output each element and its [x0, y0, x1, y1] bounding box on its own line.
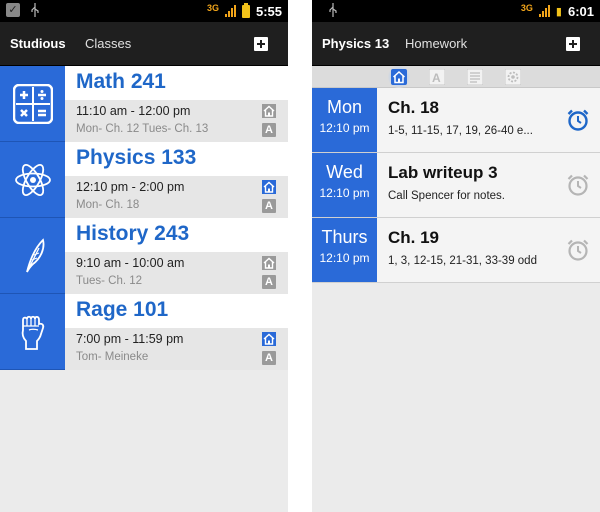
class-name: Physics 133	[76, 146, 197, 170]
battery-charging-icon: ▮	[555, 4, 562, 18]
network-type: 3G	[206, 2, 219, 13]
home-icon[interactable]	[262, 256, 276, 270]
notes-icon[interactable]	[467, 69, 483, 85]
home-icon[interactable]	[391, 69, 407, 85]
signal-icon	[538, 5, 550, 17]
class-time: 7:00 pm - 11:59 pm	[76, 332, 184, 346]
icon-tab-bar: A	[312, 66, 600, 88]
alarm-clock-icon[interactable]	[566, 173, 590, 197]
class-time: 9:10 am - 10:00 am	[76, 256, 185, 270]
status-bar: 3G ▮ 6:01	[312, 0, 600, 22]
alarm-clock-icon[interactable]	[566, 238, 590, 262]
due-day: Thurs	[321, 227, 368, 247]
svg-text:A: A	[432, 71, 441, 85]
usb-icon	[31, 3, 39, 17]
action-bar: Studious Classes	[0, 22, 288, 66]
homework-screen: 3G ▮ 6:01 Physics 13 Homework A Mon 12:1…	[312, 0, 600, 512]
home-icon[interactable]	[262, 332, 276, 346]
text-icon[interactable]: A	[262, 123, 276, 137]
homework-row[interactable]: Wed 12:10 pm Lab writeup 3 Call Spencer …	[312, 153, 600, 218]
homework-title: Ch. 19	[388, 228, 440, 247]
network-type: 3G	[520, 2, 533, 13]
class-name: History 243	[76, 222, 190, 246]
text-icon[interactable]: A	[429, 69, 445, 85]
text-icon[interactable]: A	[262, 199, 276, 213]
homework-description: 1-5, 11-15, 17, 19, 26-40 e...	[388, 125, 533, 137]
class-time: 12:10 pm - 2:00 pm	[76, 180, 185, 194]
class-note: Mon- Ch. 18	[76, 199, 140, 211]
homework-list: Mon 12:10 pm Ch. 18 1-5, 11-15, 17, 19, …	[312, 88, 600, 283]
due-day: Mon	[326, 97, 362, 117]
due-day: Wed	[326, 162, 363, 182]
class-row-rage[interactable]: Rage 101 7:00 pm - 11:59 pm Tom- Meineke…	[0, 294, 288, 370]
class-note: Tom- Meineke	[76, 351, 149, 363]
due-day-badge: Mon 12:10 pm	[312, 88, 377, 152]
alarm-clock-icon[interactable]	[566, 108, 590, 132]
class-name: Rage 101	[76, 298, 169, 322]
battery-icon	[241, 2, 250, 18]
checkbox-notification-icon: ✓	[6, 3, 20, 17]
settings-icon[interactable]	[505, 69, 521, 85]
due-day-badge: Wed 12:10 pm	[312, 153, 377, 217]
class-list: Math 241 11:10 am - 12:00 pm Mon- Ch. 12…	[0, 66, 288, 370]
homework-title: Ch. 18	[388, 98, 440, 117]
class-row-history[interactable]: History 243 9:10 am - 10:00 am Tues- Ch.…	[0, 218, 288, 294]
text-icon[interactable]: A	[262, 351, 276, 365]
section-title[interactable]: Classes	[85, 36, 131, 51]
status-bar: ✓ 3G 5:55	[0, 0, 288, 22]
class-row-physics[interactable]: Physics 133 12:10 pm - 2:00 pm Mon- Ch. …	[0, 142, 288, 218]
homework-description: Call Spencer for notes.	[388, 190, 505, 202]
add-class-button[interactable]	[254, 37, 268, 51]
usb-icon	[329, 3, 337, 17]
text-icon[interactable]: A	[262, 275, 276, 289]
add-homework-button[interactable]	[566, 37, 580, 51]
homework-description: 1, 3, 12-15, 21-31, 33-39 odd	[388, 255, 537, 267]
feather-icon	[0, 218, 65, 294]
class-name: Math 241	[76, 70, 166, 94]
fist-icon	[0, 294, 65, 370]
calculator-icon	[0, 66, 65, 142]
clock: 5:55	[255, 3, 282, 19]
signal-icon	[224, 5, 236, 17]
app-title[interactable]: Studious	[10, 36, 66, 51]
due-time: 12:10 pm	[319, 251, 370, 265]
action-bar: Physics 13 Homework	[312, 22, 600, 66]
atom-icon	[0, 142, 65, 218]
class-note: Mon- Ch. 12 Tues- Ch. 13	[76, 123, 209, 135]
class-time: 11:10 am - 12:00 pm	[76, 104, 191, 118]
classes-screen: ✓ 3G 5:55 Studious Classes Math 241 11:1…	[0, 0, 288, 512]
homework-title: Lab writeup 3	[388, 163, 498, 182]
homework-row[interactable]: Thurs 12:10 pm Ch. 19 1, 3, 12-15, 21-31…	[312, 218, 600, 283]
due-time: 12:10 pm	[319, 121, 370, 135]
home-icon[interactable]	[262, 180, 276, 194]
clock: 6:01	[567, 3, 594, 19]
class-note: Tues- Ch. 12	[76, 275, 143, 287]
class-row-math[interactable]: Math 241 11:10 am - 12:00 pm Mon- Ch. 12…	[0, 66, 288, 142]
class-title[interactable]: Physics 13	[322, 36, 389, 51]
due-day-badge: Thurs 12:10 pm	[312, 218, 377, 282]
home-icon[interactable]	[262, 104, 276, 118]
homework-row[interactable]: Mon 12:10 pm Ch. 18 1-5, 11-15, 17, 19, …	[312, 88, 600, 153]
section-title[interactable]: Homework	[405, 36, 467, 51]
due-time: 12:10 pm	[319, 186, 370, 200]
